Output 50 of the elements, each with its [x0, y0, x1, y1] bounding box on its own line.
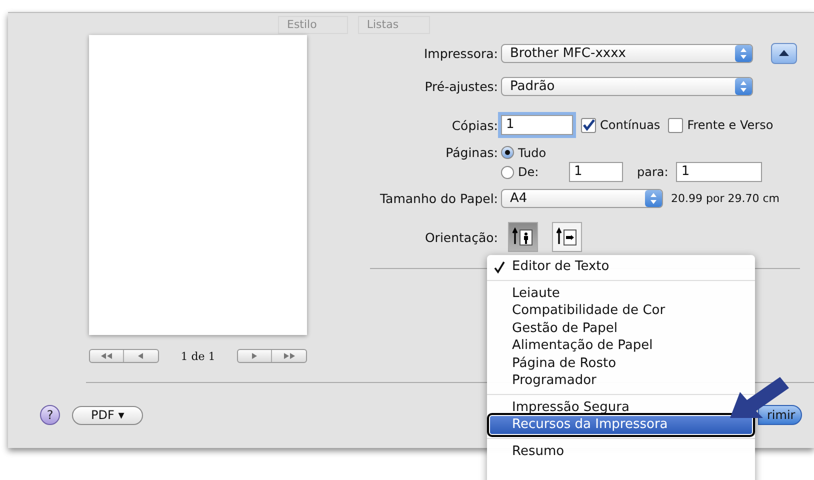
disclosure-button[interactable] [771, 43, 797, 64]
help-button[interactable]: ? [40, 405, 60, 425]
menu-item[interactable]: Leiaute [490, 284, 752, 302]
menu-item[interactable]: Recursos da Impressora [490, 416, 752, 434]
paper-size-popup[interactable]: A4 [501, 189, 663, 208]
stepper-arrows-icon [649, 192, 658, 205]
copies-field[interactable]: 1 [501, 115, 573, 135]
print-button[interactable]: rimir [758, 405, 802, 425]
stepper-arrows-icon [739, 80, 748, 93]
presets-popup[interactable]: Padrão [501, 77, 753, 96]
portrait-icon [512, 227, 534, 247]
double-left-triangle-icon [100, 353, 112, 359]
menu-item[interactable]: Resumo [490, 442, 752, 460]
checkmark-icon [493, 260, 505, 274]
radio-label: Tudo [518, 146, 546, 160]
page-counter: 1 de 1 [180, 350, 216, 362]
field-label: para: [637, 165, 668, 179]
checkbox[interactable] [668, 118, 684, 132]
right-triangle-icon [252, 353, 258, 359]
field-label: Páginas: [444, 145, 498, 160]
to-page-field[interactable]: 1 [676, 162, 762, 182]
field-label: Tamanho do Papel: [378, 191, 498, 206]
field-label: Cópias: [450, 118, 498, 132]
printer-popup[interactable]: Brother MFC-xxxx [501, 44, 753, 63]
radio-label: De: [518, 165, 539, 179]
radio-button[interactable] [501, 166, 514, 178]
menu-item[interactable]: Editor de Texto [490, 258, 752, 276]
checkmark-icon [582, 118, 595, 132]
menu-item[interactable]: Compatibilidade de Cor [490, 302, 752, 320]
field-label: Orientação: [424, 230, 498, 244]
radio-button[interactable] [501, 146, 514, 159]
checkbox-label: Frente e Verso [687, 118, 774, 132]
double-right-triangle-icon [284, 353, 295, 359]
menu-item[interactable]: Página de Rosto [490, 354, 752, 372]
left-triangle-icon [138, 353, 144, 359]
checkbox[interactable] [581, 118, 596, 132]
triangle-up-icon [779, 50, 789, 57]
menu-item[interactable]: Programador [490, 372, 752, 390]
pdf-button[interactable]: PDF ▾ [72, 406, 144, 424]
menu-item[interactable]: Gestão de Papel [490, 320, 752, 337]
stepper-arrows-icon [739, 47, 748, 60]
from-page-field[interactable]: 1 [569, 162, 623, 182]
checkbox-label: Contínuas [600, 118, 660, 132]
menu-item[interactable]: Alimentação de Papel [490, 337, 752, 354]
paper-dimensions: 20.99 por 29.70 cm [671, 192, 780, 205]
field-label: Pré-ajustes: [424, 79, 498, 94]
orientation-button[interactable] [552, 222, 582, 252]
field-label: Impressora: [422, 46, 498, 61]
orientation-button[interactable] [508, 222, 538, 252]
landscape-icon [556, 227, 578, 247]
